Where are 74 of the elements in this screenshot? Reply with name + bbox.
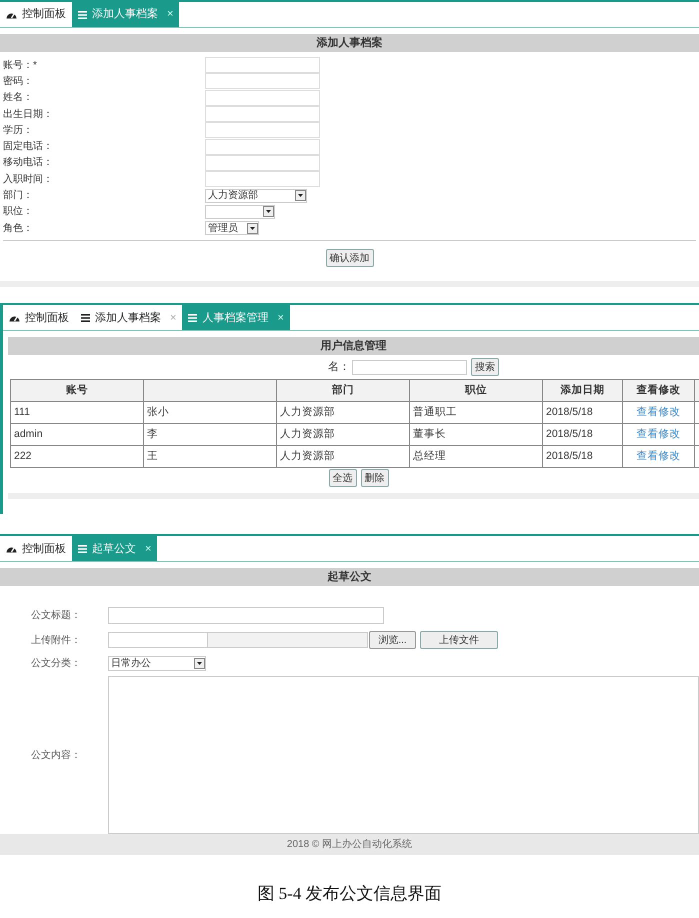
field-label: 姓名： — [3, 91, 34, 106]
button[interactable]: 全选 — [328, 469, 356, 488]
menu-icon — [188, 314, 198, 322]
field-label: 入职时间： — [3, 172, 54, 187]
edit-link[interactable]: 查看修改 — [636, 448, 680, 465]
section-title: 添加人事档案 — [316, 35, 382, 51]
column-header: 账号 — [11, 380, 144, 402]
menu-icon — [78, 10, 87, 18]
button[interactable]: 删除 — [360, 469, 388, 488]
table-cell: 董事长 — [410, 424, 543, 446]
input-field[interactable] — [205, 73, 320, 90]
input-field[interactable] — [205, 57, 320, 74]
section-title: 用户信息管理 — [320, 338, 386, 354]
input-field[interactable] — [205, 90, 320, 106]
table-cell: 222 — [11, 446, 144, 468]
input-field[interactable] — [205, 171, 320, 188]
input-field[interactable] — [205, 138, 320, 155]
file-field[interactable] — [108, 632, 368, 648]
column-header: 职位 — [410, 380, 543, 402]
field-label: 公文内容： — [30, 748, 82, 763]
table-cell: 张小 — [144, 402, 277, 424]
table-cell: 李 — [144, 424, 277, 446]
table-cell: 王 — [144, 446, 277, 468]
field-label: 职位： — [3, 205, 34, 220]
field-label: 角色： — [3, 222, 34, 236]
table-cell: 2018/5/18 — [543, 424, 623, 446]
button[interactable]: 搜索 — [471, 358, 499, 376]
column-header: 部门 — [277, 380, 410, 402]
field-label: 固定电话： — [3, 140, 54, 154]
field-label: 部门： — [3, 188, 34, 204]
table-cell: 2018/5/18 — [543, 446, 623, 468]
edit-link[interactable]: 查看修改 — [636, 404, 680, 421]
select-field[interactable]: 日常办公 — [108, 656, 206, 672]
table-cell: 人力资源部 — [277, 446, 410, 468]
field-label: 上传附件： — [30, 634, 82, 648]
edit-link[interactable]: 查看修改 — [636, 426, 680, 443]
field-label: 移动电话： — [3, 156, 54, 170]
search-label: 名： — [328, 360, 350, 376]
select-field[interactable]: 管理员 — [205, 221, 259, 236]
field-label: 密码： — [3, 74, 34, 89]
section-title: 起草公文 — [328, 570, 372, 586]
figure-caption: 图 5-4 发布公文信息界面 — [257, 883, 442, 906]
table-cell: 111 — [11, 402, 144, 424]
column-header: 添加日期 — [543, 380, 623, 402]
button[interactable]: 浏览... — [369, 631, 416, 650]
input-field[interactable] — [205, 106, 320, 122]
search-field[interactable] — [352, 360, 467, 375]
button[interactable]: 确认添加 — [326, 249, 374, 268]
field-label: 学历： — [3, 124, 34, 138]
dropdown-caret-icon — [194, 658, 205, 670]
input-field[interactable] — [205, 122, 320, 138]
input-field[interactable] — [205, 154, 320, 171]
menu-icon — [81, 314, 90, 322]
table-cell: 总经理 — [410, 446, 543, 468]
text-area[interactable] — [108, 676, 699, 834]
table-cell: admin — [11, 424, 144, 446]
button[interactable]: 上传文件 — [420, 631, 498, 650]
field-label: 公文标题： — [30, 608, 82, 624]
table-cell: 人力资源部 — [277, 424, 410, 446]
dropdown-caret-icon — [247, 222, 258, 234]
table-cell: 普通职工 — [410, 402, 543, 424]
column-header: 查看修改 — [623, 380, 695, 402]
menu-icon — [78, 544, 87, 553]
input-field[interactable] — [108, 607, 384, 624]
dropdown-caret-icon — [263, 206, 274, 218]
select-field[interactable]: 人力资源部 — [205, 188, 307, 203]
field-label: 公文分类： — [30, 656, 82, 672]
table-cell: 2018/5/18 — [543, 402, 623, 424]
table-cell: 人力资源部 — [277, 402, 410, 424]
footer-text: 2018 © 网上办公自动化系统 — [286, 838, 412, 852]
select-field[interactable] — [205, 204, 275, 219]
field-label: 账号：* — [3, 58, 38, 73]
field-label: 出生日期： — [3, 108, 54, 122]
dropdown-caret-icon — [295, 190, 306, 202]
